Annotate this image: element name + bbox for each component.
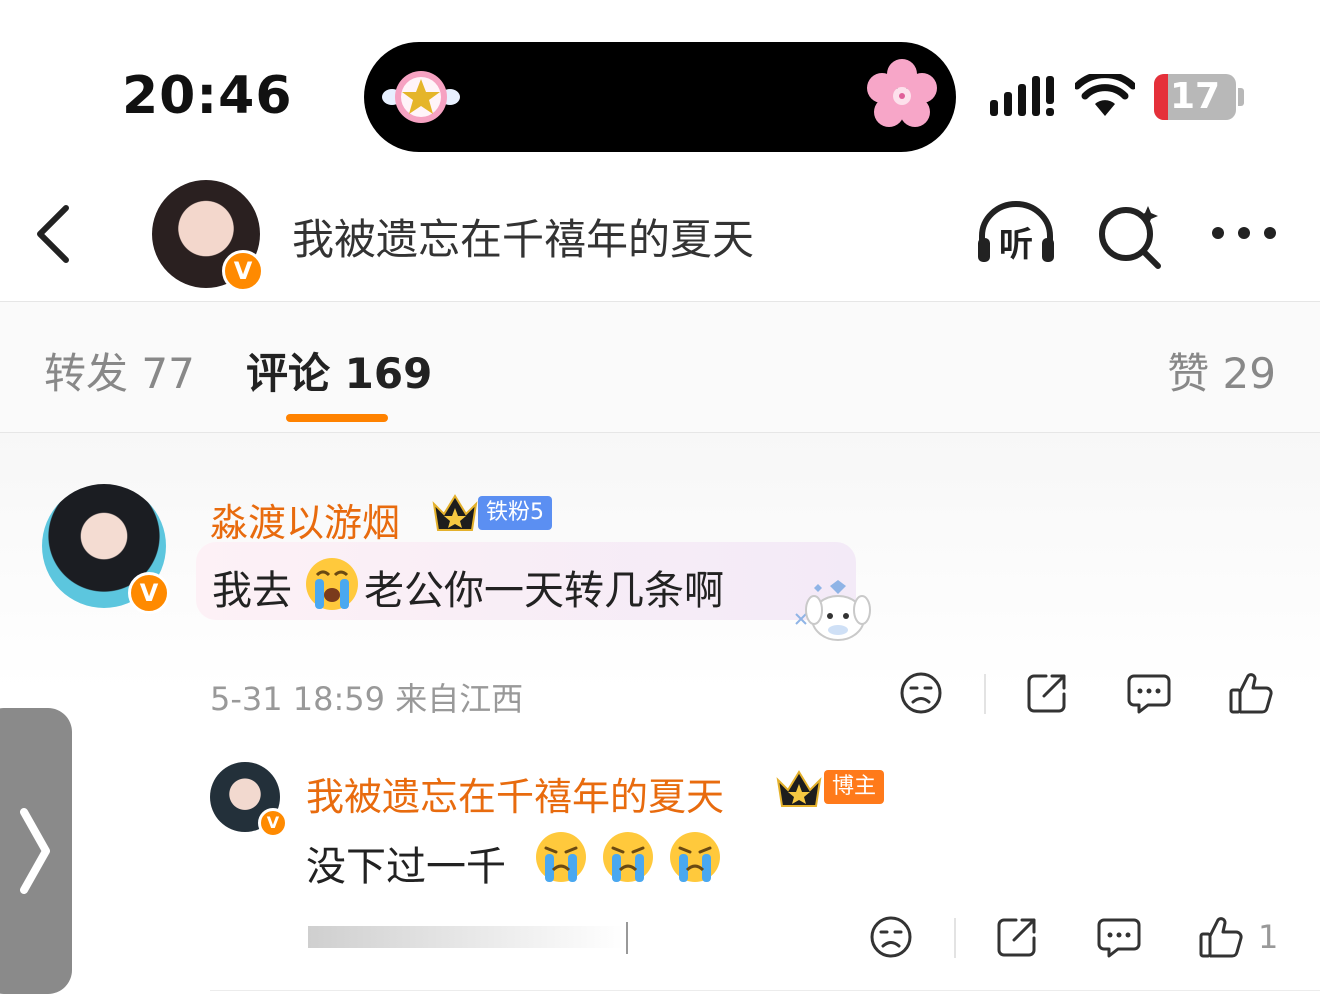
reply-meta-divider (626, 922, 628, 954)
status-time: 20:46 (122, 66, 293, 126)
reply-button[interactable] (1096, 914, 1142, 960)
tab-comment[interactable]: 评论 169 (246, 340, 432, 401)
tab-repost[interactable]: 转发 77 (44, 340, 195, 401)
reply-text: 没下过一千 (306, 844, 506, 890)
comment-meta: 5-31 18:59 来自江西 (210, 680, 524, 718)
reply-button[interactable] (1126, 670, 1172, 716)
dislike-button[interactable] (868, 914, 914, 960)
reply-meta-redacted (308, 926, 624, 948)
page-title: 我被遗忘在千禧年的夏天 (292, 215, 755, 264)
crown-icon (776, 770, 822, 807)
crying-emoji-icon (670, 832, 720, 882)
verified-badge: V (258, 808, 288, 838)
reply-divider (210, 990, 1320, 991)
listen-button[interactable]: 听 (974, 200, 1058, 266)
crying-emoji-icon (306, 558, 358, 610)
share-button[interactable] (994, 914, 1040, 960)
like-button[interactable] (1198, 914, 1244, 960)
listen-label: 听 (999, 225, 1033, 265)
crown-icon (432, 494, 478, 531)
tab-bar (0, 302, 1320, 432)
wifi-icon (1075, 74, 1135, 116)
bunny-sticker-icon (795, 580, 871, 641)
action-separator (984, 674, 986, 714)
chevron-right-icon (20, 808, 50, 894)
verified-badge: V (222, 250, 264, 292)
fan-level-badge: 铁粉5 (478, 496, 552, 530)
signal-icon (990, 76, 1054, 116)
share-button[interactable] (1024, 670, 1070, 716)
more-button[interactable] (1208, 218, 1280, 248)
crying-emoji-icon (536, 832, 586, 882)
search-button[interactable] (1096, 200, 1166, 270)
like-button[interactable] (1228, 670, 1274, 716)
dislike-button[interactable] (898, 670, 944, 716)
sakura-icon (867, 59, 937, 127)
crying-emoji-icon (603, 832, 653, 882)
host-badge: 博主 (824, 770, 885, 804)
comment-text: 我去 (212, 568, 292, 614)
action-separator (954, 918, 956, 958)
commenter-name[interactable]: 淼渡以游烟 (210, 492, 400, 547)
active-tab-indicator (286, 414, 388, 422)
like-count: 1 (1258, 918, 1279, 956)
battery-cap (1238, 88, 1244, 106)
back-button[interactable] (30, 198, 80, 270)
battery-icon: 17 (1154, 74, 1236, 120)
star-wand-icon (382, 71, 460, 123)
tab-like[interactable]: 赞 29 (1167, 340, 1276, 401)
reply-author-name[interactable]: 我被遗忘在千禧年的夏天 (306, 766, 724, 821)
comment-text: 老公你一天转几条啊 (364, 568, 724, 614)
battery-percent: 17 (1169, 76, 1221, 117)
verified-badge: V (128, 572, 170, 614)
